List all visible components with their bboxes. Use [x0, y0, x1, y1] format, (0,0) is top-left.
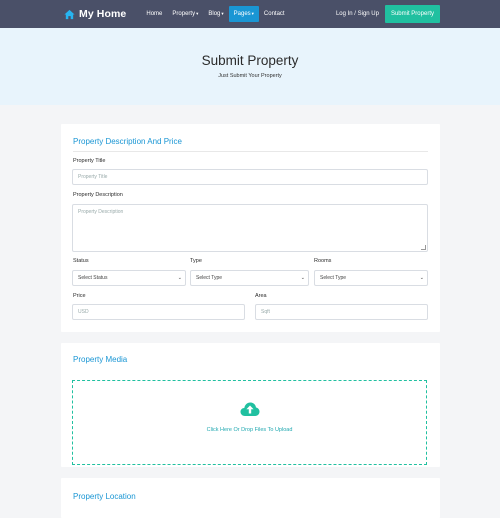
cloud-upload-icon — [240, 402, 260, 416]
page-header: Submit Property Just Submit Your Propert… — [0, 28, 500, 105]
status-label: Status — [73, 258, 89, 264]
property-location-card: Property Location — [61, 478, 440, 518]
price-input[interactable]: USD — [72, 304, 245, 320]
nav-home-label: Home — [146, 11, 163, 17]
chevron-down-icon: ⌄ — [300, 275, 305, 281]
type-select[interactable]: Select Type ⌄ — [190, 270, 309, 286]
type-label: Type — [190, 258, 202, 264]
status-selected: Select Status — [78, 275, 108, 281]
property-description-label: Property Description — [73, 192, 123, 198]
page-title: Submit Property — [201, 53, 299, 68]
dropzone-text: Click Here Or Drop Files To Upload — [206, 427, 293, 433]
property-description-textarea[interactable]: Property Description — [72, 204, 428, 252]
description-price-card: Property Description And Price Property … — [61, 124, 440, 332]
type-selected: Select Type — [196, 275, 223, 281]
brand-logo[interactable]: My Home — [64, 8, 126, 20]
rooms-label: Rooms — [314, 258, 332, 264]
rooms-selected: Select Type — [320, 275, 347, 281]
house-icon — [64, 9, 75, 19]
price-label: Price — [73, 293, 86, 299]
top-navbar: My Home Home Property ▾ Blog ▾ Pages ▾ C… — [0, 0, 500, 28]
caret-down-icon: ▾ — [196, 11, 199, 16]
file-dropzone[interactable]: Click Here Or Drop Files To Upload — [72, 380, 427, 465]
card-title: Property Description And Price — [73, 137, 182, 146]
nav-pages-label: Pages — [233, 11, 251, 17]
nav-contact[interactable]: Contact — [259, 6, 290, 22]
status-select[interactable]: Select Status ⌄ — [72, 270, 186, 286]
textarea-placeholder: Property Description — [78, 209, 124, 215]
nav-home[interactable]: Home — [141, 6, 167, 22]
caret-down-icon: ▾ — [221, 11, 224, 16]
submit-property-button[interactable]: Submit Property — [384, 5, 440, 23]
page-subtitle: Just Submit Your Property — [218, 73, 282, 79]
chevron-down-icon: ⌄ — [419, 275, 424, 281]
nav-blog-label: Blog — [208, 11, 221, 17]
nav-property-label: Property — [172, 11, 196, 17]
login-signup-link[interactable]: Log In / Sign Up — [336, 11, 379, 17]
caret-down-icon: ▾ — [251, 11, 254, 16]
rooms-select[interactable]: Select Type ⌄ — [314, 270, 428, 286]
chevron-down-icon: ⌄ — [177, 275, 182, 281]
property-title-label: Property Title — [73, 158, 106, 164]
brand-name: My Home — [79, 8, 127, 20]
nav-blog[interactable]: Blog ▾ — [203, 6, 228, 22]
area-input[interactable]: Sqft — [255, 304, 428, 320]
nav-pages[interactable]: Pages ▾ — [228, 6, 259, 22]
resize-handle[interactable] — [421, 245, 426, 250]
divider — [73, 151, 428, 152]
nav-property[interactable]: Property ▾ — [167, 6, 203, 22]
area-label: Area — [255, 293, 267, 299]
property-title-input[interactable]: Property Title — [72, 169, 428, 185]
property-media-card: Property Media Click Here Or Drop Files … — [61, 343, 440, 467]
nav-contact-label: Contact — [263, 11, 285, 17]
card-title: Property Media — [73, 355, 128, 364]
